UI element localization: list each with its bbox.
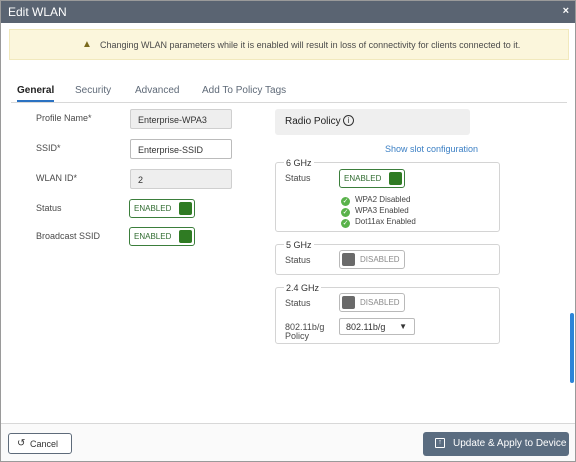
band-5ghz-status-label: Status (285, 255, 311, 265)
tab-advanced[interactable]: Advanced (135, 85, 179, 96)
tab-add-to-policy-tags[interactable]: Add To Policy Tags (202, 85, 286, 96)
dialog-titlebar: Edit WLAN × (1, 1, 575, 23)
chevron-down-icon: ▼ (399, 322, 407, 331)
band-2-4ghz-status-label: Status (285, 298, 311, 308)
broadcast-ssid-label: Broadcast SSID (36, 231, 101, 241)
tab-bar: General Security Advanced Add To Policy … (11, 85, 567, 103)
save-icon: ↑ (435, 438, 445, 448)
warning-text: Changing WLAN parameters while it is ena… (100, 40, 521, 50)
band-6ghz-status-toggle[interactable]: ENABLED (339, 169, 405, 188)
dialog-title: Edit WLAN (8, 5, 67, 19)
band-6ghz-title: 6 GHz (284, 158, 314, 168)
toggle-state-label: DISABLED (360, 298, 400, 307)
band-2-4ghz-title: 2.4 GHz (284, 283, 322, 293)
toggle-state-label: ENABLED (134, 232, 172, 241)
check-item: ✓ WPA2 Disabled (341, 195, 411, 206)
tab-general[interactable]: General (17, 85, 55, 102)
toggle-state-label: ENABLED (344, 174, 382, 183)
update-apply-button[interactable]: ↑ Update & Apply to Device (423, 432, 569, 456)
wlan-id-field: 2 (130, 169, 232, 189)
band-5ghz-group: 5 GHz Status DISABLED (275, 240, 500, 275)
toggle-knob (179, 230, 192, 243)
check-item: ✓ Dot11ax Enabled (341, 217, 416, 228)
ssid-label: SSID* (36, 143, 61, 153)
policy-label-line2: Policy (285, 331, 310, 341)
check-circle-icon: ✓ (341, 197, 350, 206)
radio-policy-header: Radio Policy i (275, 109, 470, 135)
broadcast-ssid-toggle[interactable]: ENABLED (129, 227, 195, 246)
undo-icon: ↺ (17, 438, 26, 449)
profile-name-label: Profile Name* (36, 113, 92, 123)
band-6ghz-status-label: Status (285, 173, 311, 183)
edit-wlan-dialog: Edit WLAN × ▲ Changing WLAN parameters w… (0, 0, 576, 462)
cancel-button[interactable]: ↺ Cancel (8, 433, 72, 454)
status-toggle[interactable]: ENABLED (129, 199, 195, 218)
info-icon[interactable]: i (343, 115, 354, 126)
toggle-state-label: DISABLED (360, 255, 400, 264)
toggle-state-label: ENABLED (134, 204, 172, 213)
warning-triangle-icon: ▲ (82, 39, 92, 50)
toggle-knob (342, 296, 355, 309)
show-slot-configuration-link[interactable]: Show slot configuration (385, 144, 478, 154)
close-icon[interactable]: × (563, 5, 569, 17)
toggle-knob (179, 202, 192, 215)
policy-select[interactable]: 802.11b/g ▼ (339, 318, 415, 335)
band-2-4ghz-group: 2.4 GHz Status DISABLED 802.11b/g Policy (275, 283, 500, 344)
profile-name-field: Enterprise-WPA3 (130, 109, 232, 129)
update-apply-button-label: Update & Apply to Device (453, 438, 567, 449)
tab-security[interactable]: Security (75, 85, 111, 96)
wlan-id-label: WLAN ID* (36, 173, 78, 183)
toggle-knob (389, 172, 402, 185)
policy-select-value: 802.11b/g (346, 322, 386, 332)
band-2-4ghz-status-toggle[interactable]: DISABLED (339, 293, 405, 312)
band-6ghz-group: 6 GHz Status ENABLED ✓ WPA2 Disabled ✓ WPA… (275, 158, 500, 232)
cancel-button-label: Cancel (30, 439, 59, 449)
band-5ghz-title: 5 GHz (284, 240, 314, 250)
ssid-field[interactable]: Enterprise-SSID (130, 139, 232, 159)
status-label: Status (36, 203, 62, 213)
toggle-knob (342, 253, 355, 266)
radio-policy-title: Radio Policy (285, 116, 341, 127)
dialog-footer: ↺ Cancel ↑ Update & Apply to Device (1, 423, 575, 461)
check-item: ✓ WPA3 Enabled (341, 206, 409, 217)
band-5ghz-status-toggle[interactable]: DISABLED (339, 250, 405, 269)
check-circle-icon: ✓ (341, 208, 350, 217)
check-circle-icon: ✓ (341, 219, 350, 228)
scrollbar[interactable] (570, 313, 574, 383)
warning-banner: ▲ Changing WLAN parameters while it is e… (9, 29, 569, 60)
